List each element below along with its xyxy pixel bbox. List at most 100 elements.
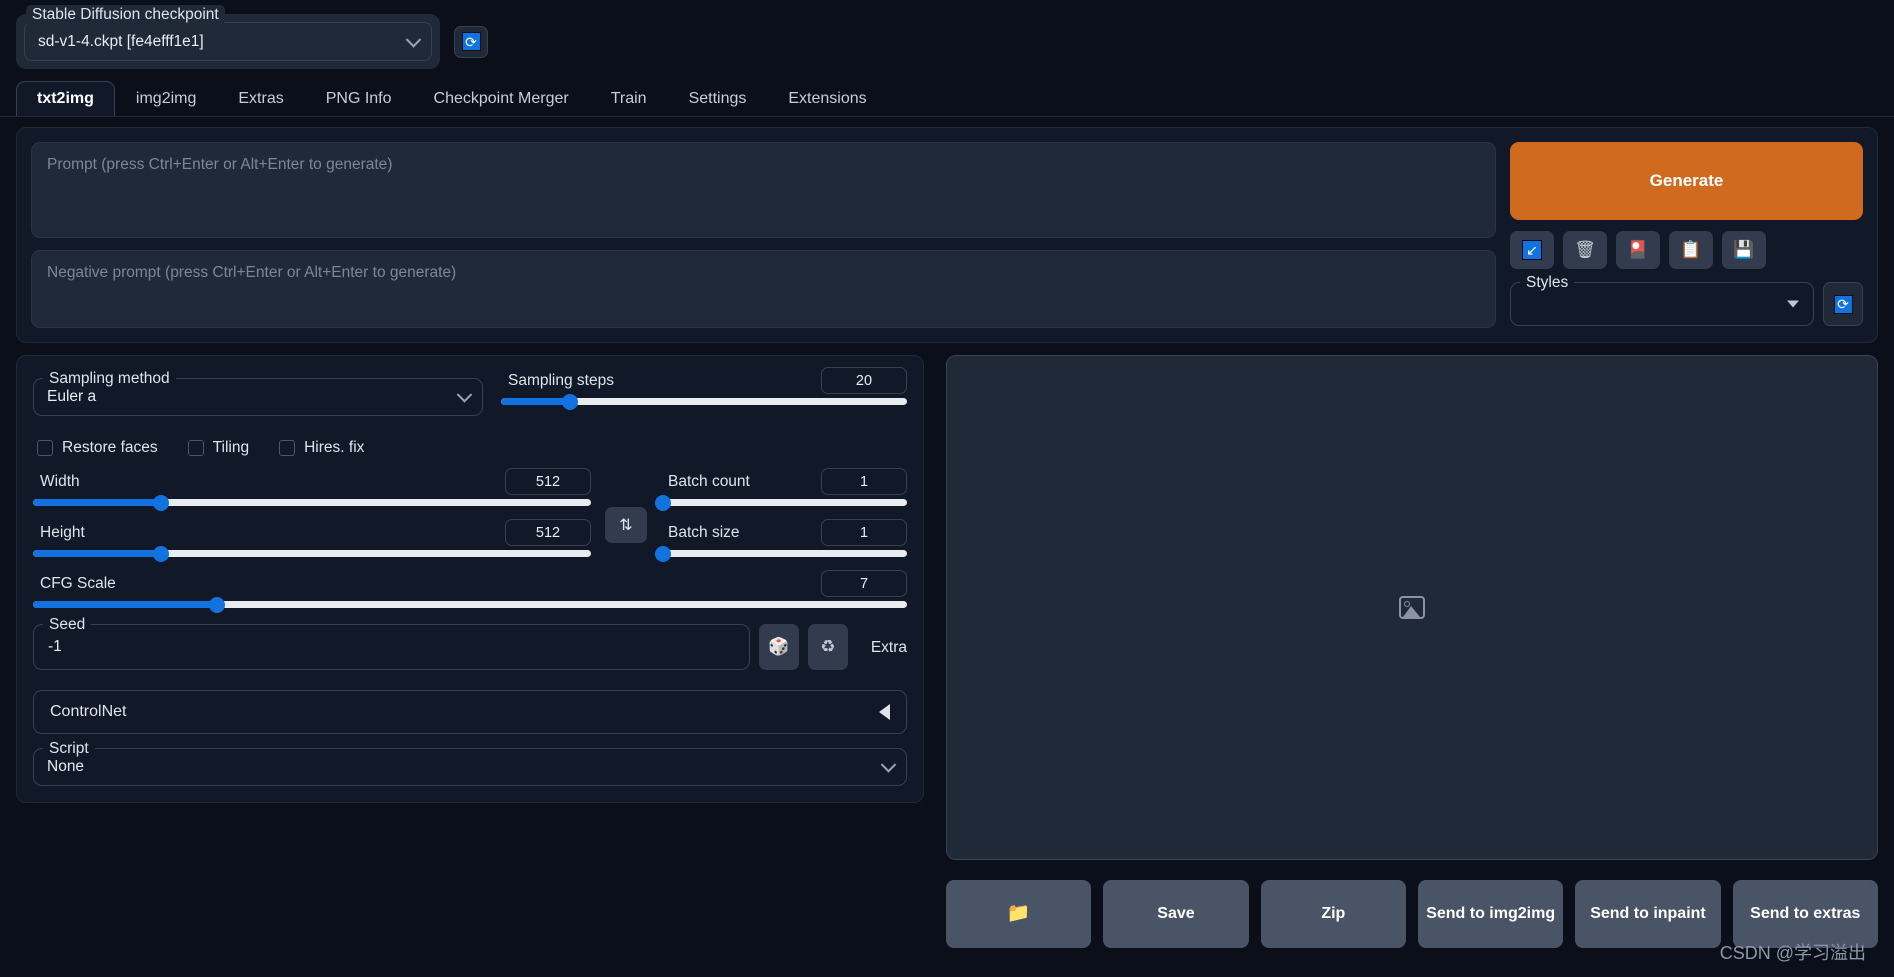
tab-txt2img[interactable]: txt2img bbox=[16, 81, 115, 116]
height-slider[interactable] bbox=[33, 545, 591, 562]
red-card-icon: 🎴 bbox=[1627, 240, 1649, 259]
output-actions: 📁 Save Zip Send to img2img Send to inpai… bbox=[946, 880, 1878, 948]
checkpoint-bar: Stable Diffusion checkpoint sd-v1-4.ckpt… bbox=[0, 0, 1894, 79]
cfg-scale-value[interactable]: 7 bbox=[821, 570, 907, 597]
send-to-img2img-button[interactable]: Send to img2img bbox=[1417, 880, 1564, 948]
open-folder-button[interactable]: 📁 bbox=[946, 880, 1092, 948]
styles-selector[interactable]: Styles bbox=[1510, 273, 1814, 326]
prompt-column bbox=[31, 142, 1496, 328]
batch-size-slider[interactable] bbox=[655, 545, 907, 562]
script-selector[interactable]: Script None bbox=[33, 739, 907, 786]
cfg-scale-slider[interactable] bbox=[33, 596, 907, 613]
generate-button[interactable]: Generate bbox=[1510, 142, 1863, 220]
sampling-method-value: Euler a bbox=[47, 388, 97, 405]
batch-count-label: Batch count bbox=[661, 471, 757, 492]
reuse-seed-button[interactable]: ♻ bbox=[807, 624, 848, 670]
chevron-down-icon bbox=[456, 387, 473, 403]
negative-prompt-input[interactable] bbox=[31, 250, 1496, 328]
checkbox-box bbox=[279, 440, 296, 456]
seed-label: Seed bbox=[43, 615, 92, 635]
hires-fix-checkbox[interactable]: Hires. fix bbox=[279, 439, 364, 457]
dimensions-row: Width 512 Height 512 ⇅ Batch count 1 Bat… bbox=[33, 468, 907, 573]
sampling-steps-slider[interactable] bbox=[501, 393, 907, 410]
recycle-icon: ♻ bbox=[820, 637, 836, 656]
tab-settings[interactable]: Settings bbox=[668, 81, 768, 116]
hires-fix-label: Hires. fix bbox=[304, 439, 365, 456]
save-button[interactable]: Save bbox=[1103, 880, 1249, 948]
sampling-method-group: Sampling method Euler a bbox=[33, 369, 483, 421]
width-head: Width 512 bbox=[33, 468, 591, 495]
styles-row: Styles ⟳ bbox=[1510, 273, 1863, 326]
tiling-label: Tiling bbox=[212, 439, 250, 456]
chevron-down-icon bbox=[405, 31, 422, 48]
zip-button[interactable]: Zip bbox=[1260, 880, 1406, 948]
prompt-tool-row: ↙ 🗑 🎴 📋 💾 bbox=[1510, 231, 1863, 269]
batch-size-head: Batch size 1 bbox=[661, 519, 907, 546]
batch-count-value[interactable]: 1 bbox=[821, 468, 907, 495]
swap-dimensions-button[interactable]: ⇅ bbox=[605, 507, 647, 543]
sampling-steps-value[interactable]: 20 bbox=[821, 367, 907, 394]
sampling-method-selector[interactable]: Sampling method Euler a bbox=[33, 369, 483, 416]
prompt-block: Generate ↙ 🗑 🎴 📋 💾 bbox=[16, 127, 1878, 343]
tab-img2img[interactable]: img2img bbox=[115, 81, 217, 116]
sampling-steps-group: Sampling steps 20 bbox=[501, 367, 907, 421]
width-value[interactable]: 512 bbox=[505, 468, 591, 495]
sampler-steps-row: Sampling method Euler a Sampling steps 2… bbox=[33, 367, 907, 421]
prompt-input[interactable] bbox=[31, 142, 1496, 238]
script-dropdown[interactable]: None bbox=[33, 748, 907, 786]
output-gallery[interactable] bbox=[946, 355, 1878, 860]
tiling-checkbox[interactable]: Tiling bbox=[187, 439, 250, 457]
clear-prompt-button[interactable]: 🗑 bbox=[1563, 231, 1607, 269]
refresh-checkpoints-button[interactable]: ⟳ bbox=[454, 25, 488, 58]
controlnet-label: ControlNet bbox=[50, 703, 127, 720]
restore-progress-icon: ↙ bbox=[1522, 240, 1542, 260]
styles-label: Styles bbox=[1520, 273, 1575, 293]
send-to-extras-button[interactable]: Send to extras bbox=[1732, 880, 1878, 948]
batch-count-slider[interactable] bbox=[655, 494, 907, 511]
tab-train[interactable]: Train bbox=[590, 81, 668, 116]
cfg-scale-group: CFG Scale 7 bbox=[33, 570, 907, 613]
refresh-icon: ⟳ bbox=[461, 32, 481, 51]
main-tabbar: txt2img img2img Extras PNG Info Checkpoi… bbox=[0, 79, 1894, 117]
height-value[interactable]: 512 bbox=[505, 519, 591, 546]
height-head: Height 512 bbox=[33, 519, 591, 546]
image-placeholder-icon bbox=[1399, 596, 1425, 619]
checkpoint-dropdown[interactable]: sd-v1-4.ckpt [fe4efff1e1] bbox=[24, 22, 432, 61]
paste-params-button[interactable]: 📋 bbox=[1669, 231, 1713, 269]
refresh-styles-button[interactable]: ⟳ bbox=[1823, 282, 1863, 326]
sampling-method-label: Sampling method bbox=[43, 369, 176, 389]
tab-extras[interactable]: Extras bbox=[217, 81, 304, 116]
collapse-triangle-icon bbox=[879, 704, 890, 720]
width-slider[interactable] bbox=[33, 494, 591, 511]
checkpoint-selector[interactable]: Stable Diffusion checkpoint sd-v1-4.ckpt… bbox=[16, 5, 440, 69]
sampling-steps-head: Sampling steps 20 bbox=[501, 367, 907, 394]
height-label: Height bbox=[33, 522, 92, 543]
batch-size-value[interactable]: 1 bbox=[821, 519, 907, 546]
output-panel: 📁 Save Zip Send to img2img Send to inpai… bbox=[946, 355, 1878, 948]
tab-extensions[interactable]: Extensions bbox=[767, 81, 887, 116]
checkbox-box bbox=[187, 440, 204, 456]
script-label: Script bbox=[43, 739, 95, 759]
checkpoint-value: sd-v1-4.ckpt [fe4efff1e1] bbox=[38, 32, 204, 50]
chevron-down-icon bbox=[880, 757, 897, 773]
checkbox-box bbox=[37, 440, 53, 456]
width-height-group: Width 512 Height 512 bbox=[33, 468, 591, 573]
restore-progress-button[interactable]: ↙ bbox=[1510, 231, 1554, 269]
stable-diffusion-webui: Stable Diffusion checkpoint sd-v1-4.ckpt… bbox=[0, 0, 1894, 977]
seed-input[interactable]: -1 bbox=[33, 624, 750, 670]
tab-checkpoint-merger[interactable]: Checkpoint Merger bbox=[413, 81, 590, 116]
random-seed-button[interactable]: 🎲 bbox=[758, 624, 799, 670]
clipboard-icon: 📋 bbox=[1680, 240, 1702, 259]
dice-icon: 🎲 bbox=[768, 637, 790, 656]
settings-panel: Sampling method Euler a Sampling steps 2… bbox=[16, 355, 924, 803]
apply-style-button[interactable]: 🎴 bbox=[1616, 231, 1660, 269]
save-style-button[interactable]: 💾 bbox=[1722, 231, 1766, 269]
extra-seed-checkbox[interactable]: Extra bbox=[862, 639, 907, 670]
extra-label: Extra bbox=[870, 639, 907, 656]
tab-png-info[interactable]: PNG Info bbox=[305, 81, 413, 116]
batch-count-head: Batch count 1 bbox=[661, 468, 907, 495]
controlnet-accordion[interactable]: ControlNet bbox=[33, 690, 907, 734]
seed-field[interactable]: Seed -1 bbox=[33, 615, 750, 670]
send-to-inpaint-button[interactable]: Send to inpaint bbox=[1575, 880, 1721, 948]
restore-faces-checkbox[interactable]: Restore faces bbox=[37, 439, 158, 457]
